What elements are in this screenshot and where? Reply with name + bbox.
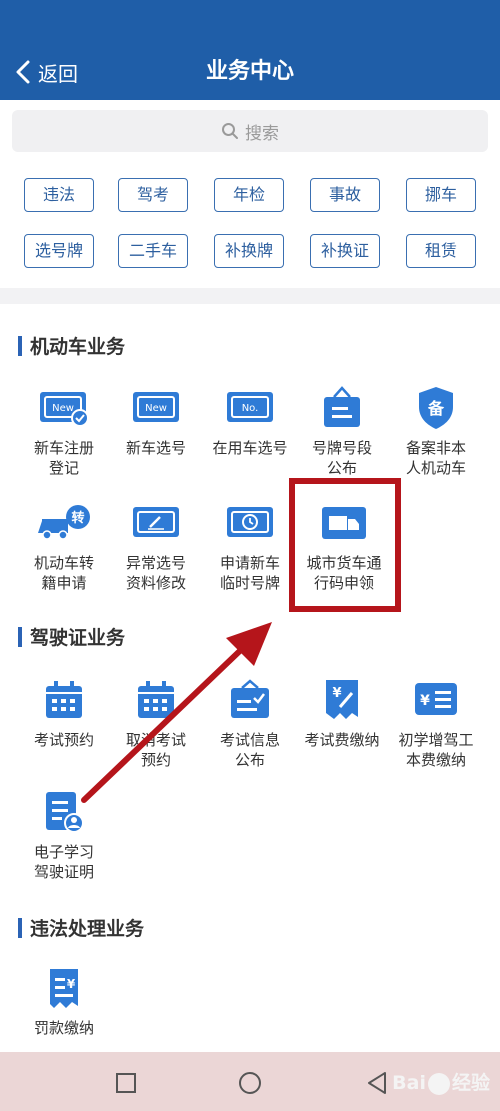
service-label: 备案非本 人机动车 [405, 439, 466, 477]
plate-board-icon [314, 380, 370, 436]
service-e-learning-cert[interactable]: 电子学习 驾驶证明 [18, 784, 110, 882]
service-label: 考试信息 公布 [219, 731, 280, 769]
service-used-car-number[interactable]: No. 在用车选号 [204, 380, 296, 458]
section-divider [0, 288, 500, 304]
back-nav-button[interactable] [365, 1070, 391, 1096]
header-bar: 返回 业务中心 [0, 0, 500, 100]
search-placeholder: 搜索 [245, 123, 279, 144]
chip-jiakao[interactable]: 驾考 [118, 178, 188, 212]
clock-plate-icon [222, 495, 278, 551]
section-accent-bar [18, 917, 22, 938]
chip-shigu[interactable]: 事故 [310, 178, 380, 212]
home-button[interactable] [237, 1070, 263, 1096]
service-new-car-number[interactable]: New 新车选号 [110, 380, 202, 458]
recent-apps-button[interactable] [113, 1070, 139, 1096]
section-accent-bar [18, 626, 22, 647]
service-label: 取消考试 预约 [125, 731, 186, 769]
service-label: 罚款缴纳 [33, 1019, 94, 1037]
service-label: 初学增驾工 本费缴纳 [398, 731, 474, 769]
service-vehicle-transfer[interactable]: 转 机动车转 籍申请 [18, 495, 110, 593]
search-input[interactable]: 搜索 [12, 110, 488, 152]
doc-user-icon [36, 784, 92, 840]
truck-transfer-icon: 转 [36, 495, 92, 551]
service-label: 申请新车 临时号牌 [219, 554, 280, 592]
shield-bei-icon: 备 [408, 380, 464, 436]
svg-text:备: 备 [427, 399, 445, 418]
service-label: 考试预约 [33, 731, 94, 749]
no-plate-icon: No. [222, 380, 278, 436]
fine-receipt-icon: ¥ [36, 960, 92, 1016]
fee-list-icon: ¥ [408, 672, 464, 728]
svg-text:¥: ¥ [420, 693, 430, 709]
section-vehicle-title: 机动车业务 [18, 332, 125, 359]
service-cancel-exam[interactable]: 取消考试 预约 [110, 672, 202, 770]
service-label: 在用车选号 [212, 439, 288, 457]
svg-text:转: 转 [71, 510, 84, 526]
highlight-box [289, 478, 401, 612]
new-plate-check-icon: New [36, 380, 92, 436]
svg-text:New: New [145, 403, 167, 414]
calendar-icon [36, 672, 92, 728]
service-label: 号牌号段 公布 [311, 439, 372, 477]
section-license-title: 驾驶证业务 [18, 623, 125, 650]
service-label: 机动车转 籍申请 [33, 554, 94, 592]
service-learner-fee[interactable]: ¥ 初学增驾工 本费缴纳 [390, 672, 482, 770]
search-icon [222, 123, 238, 139]
chip-buhuanpai[interactable]: 补换牌 [214, 234, 284, 268]
page-title: 业务中心 [205, 59, 294, 84]
section-vehicle-label: 机动车业务 [30, 336, 126, 358]
service-exam-fee[interactable]: ¥ 考试费缴纳 [296, 672, 388, 750]
svg-text:¥: ¥ [67, 977, 76, 991]
chip-nianjian[interactable]: 年检 [214, 178, 284, 212]
chip-weifa[interactable]: 违法 [24, 178, 94, 212]
service-exam-booking[interactable]: 考试预约 [18, 672, 110, 750]
section-violation-label: 违法处理业务 [30, 918, 145, 940]
svg-text:New: New [52, 403, 74, 414]
service-label: 电子学习 驾驶证明 [33, 843, 94, 881]
watermark-right: 经验 [451, 1072, 490, 1094]
service-label: 新车注册 登记 [33, 439, 94, 477]
calendar-cancel-icon [128, 672, 184, 728]
service-plate-segment[interactable]: 号牌号段 公布 [296, 380, 388, 478]
svg-text:¥: ¥ [332, 686, 341, 701]
service-exam-info[interactable]: 考试信息 公布 [204, 672, 296, 770]
chip-nuoche[interactable]: 挪车 [406, 178, 476, 212]
watermark-left: Bai [392, 1072, 426, 1094]
service-register-non-owner[interactable]: 备 备案非本 人机动车 [390, 380, 482, 478]
new-plate-icon: New [128, 380, 184, 436]
chip-xuanhaopai[interactable]: 选号牌 [24, 234, 94, 268]
section-violation-title: 违法处理业务 [18, 914, 144, 941]
chip-buhuanzheng[interactable]: 补换证 [310, 234, 380, 268]
chip-zulin[interactable]: 租赁 [406, 234, 476, 268]
service-label: 异常选号 资料修改 [125, 554, 186, 592]
edit-plate-icon [128, 495, 184, 551]
baidu-watermark: Bai 经验 [392, 1068, 490, 1095]
section-accent-bar [18, 335, 22, 356]
exam-info-icon [222, 672, 278, 728]
fee-pen-icon: ¥ [314, 672, 370, 728]
section-license-label: 驾驶证业务 [30, 627, 126, 649]
chip-ershouche[interactable]: 二手车 [118, 234, 188, 268]
service-label: 新车选号 [125, 439, 186, 457]
service-fine-payment[interactable]: ¥ 罚款缴纳 [18, 960, 110, 1038]
service-abnormal-number-edit[interactable]: 异常选号 资料修改 [110, 495, 202, 593]
service-label: 考试费缴纳 [304, 731, 380, 749]
service-temp-plate[interactable]: 申请新车 临时号牌 [204, 495, 296, 593]
paw-icon [427, 1072, 450, 1095]
service-new-car-register[interactable]: New 新车注册 登记 [18, 380, 110, 478]
svg-text:No.: No. [242, 403, 259, 414]
